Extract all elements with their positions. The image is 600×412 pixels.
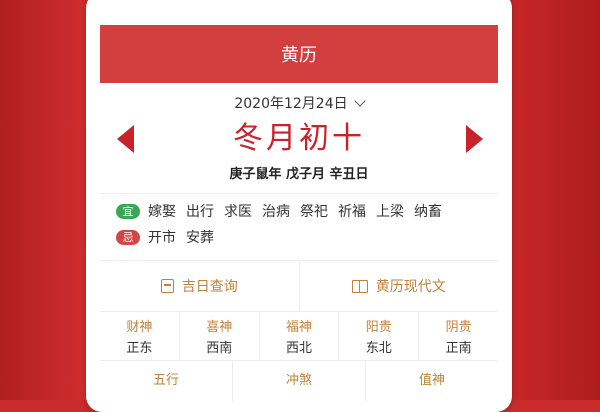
god-cell: 阴贵 正南 [418, 312, 498, 360]
modern-text-button[interactable]: 黄历现代文 [298, 261, 499, 311]
yi-item: 祈福 [338, 204, 366, 220]
god-cell: 福神 西北 [258, 312, 339, 360]
lucky-day-label: 吉日查询 [181, 279, 238, 295]
yi-row: 宜 嫁娶 出行 求医 治病 祭祀 祈福 上梁 纳畜 [116, 198, 498, 224]
chongsha-cell: 冲煞 [232, 361, 365, 401]
god-direction: 正南 [445, 341, 472, 356]
modern-text-label: 黄历现代文 [375, 279, 446, 295]
yi-item: 嫁娶 [148, 204, 176, 220]
tools-row: 吉日查询 黄历现代文 [100, 260, 498, 312]
next-day-arrow-icon[interactable] [466, 125, 483, 153]
yi-tag: 宜 [116, 203, 140, 219]
zhishen-cell: 值神 [365, 361, 498, 401]
ji-item: 安葬 [186, 230, 214, 246]
ji-tag: 忌 [116, 229, 140, 245]
lunar-date-row: 冬月初十 [100, 117, 498, 161]
gregorian-date: 2020年12月24日 [234, 96, 348, 112]
book-icon [351, 279, 368, 293]
lunar-date: 冬月初十 [233, 121, 365, 156]
date-selector[interactable]: 2020年12月24日 [100, 93, 498, 113]
gods-row: 财神 正东 喜神 西南 福神 西北 阳贵 东北 阴贵 正南 [100, 312, 498, 361]
god-direction: 西南 [206, 341, 233, 356]
yi-ji-section: 宜 嫁娶 出行 求医 治病 祭祀 祈福 上梁 纳畜 忌 开市 安葬 [100, 194, 498, 250]
page-title: 黄历 [281, 45, 317, 66]
yi-item: 纳畜 [414, 204, 442, 220]
yi-item: 祭祀 [300, 204, 328, 220]
god-name: 财神 [126, 320, 153, 335]
god-cell: 财神 正东 [100, 312, 179, 360]
god-cell: 喜神 西南 [178, 312, 259, 360]
almanac-app: 黄历 2020年12月24日 冬月初十 庚子鼠年 戊子月 辛丑日 宜 嫁娶 出行… [100, 25, 498, 405]
god-name: 阴贵 [445, 320, 472, 335]
yi-item: 上梁 [376, 204, 404, 220]
lucky-day-query-button[interactable]: 吉日查询 [100, 261, 299, 311]
god-direction: 东北 [365, 341, 392, 356]
ji-row: 忌 开市 安葬 [116, 224, 498, 250]
calendar-icon [160, 279, 174, 293]
god-direction: 西北 [285, 341, 312, 356]
app-header: 黄历 [100, 25, 498, 83]
god-name: 福神 [285, 320, 312, 335]
god-cell: 阳贵 东北 [338, 312, 418, 360]
bottom-row: 五行 冲煞 值神 [100, 361, 498, 401]
god-direction: 正东 [126, 341, 153, 356]
yi-item: 出行 [186, 204, 214, 220]
yi-item: 治病 [262, 204, 290, 220]
god-name: 喜神 [206, 320, 233, 335]
ganzhi-text: 庚子鼠年 戊子月 辛丑日 [229, 167, 369, 182]
chevron-down-icon[interactable] [353, 94, 366, 107]
yi-item: 求医 [224, 204, 252, 220]
wuxing-cell: 五行 [152, 373, 179, 388]
god-name: 阳贵 [365, 320, 392, 335]
ji-item: 开市 [148, 230, 176, 246]
